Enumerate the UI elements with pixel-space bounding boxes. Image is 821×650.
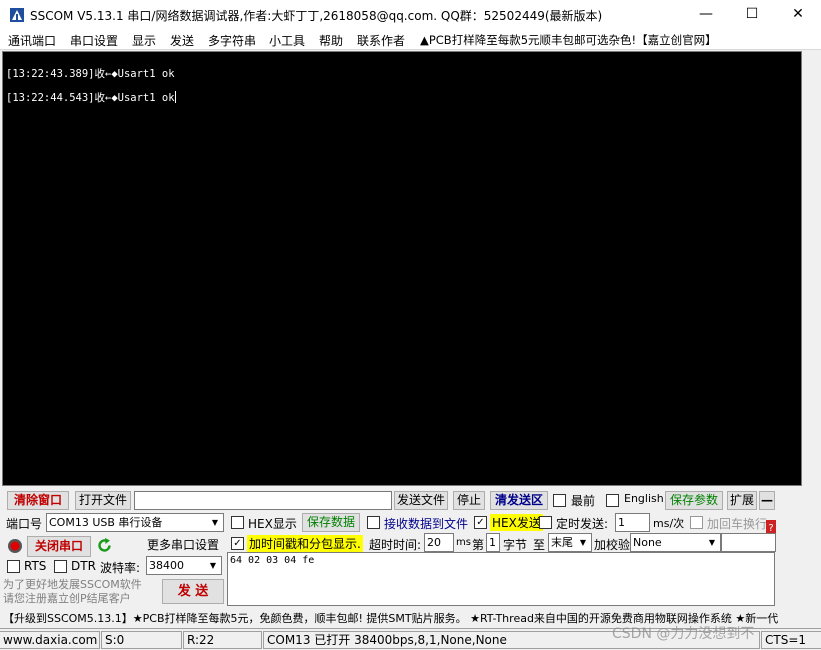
port-label: 端口号 <box>6 517 43 531</box>
menu-display[interactable]: 显示 <box>132 32 156 49</box>
timed-interval-unit: ms/次 <box>653 517 685 530</box>
file-path-input[interactable] <box>134 491 392 510</box>
dtr-checkbox[interactable] <box>54 560 67 573</box>
checksum-select[interactable]: None ▼ <box>630 533 721 552</box>
website-link[interactable]: www.daxia.com <box>0 631 100 649</box>
menu-serial-settings[interactable]: 串口设置 <box>70 32 118 49</box>
byte-end-select[interactable]: 末尾 ▼ <box>548 533 592 552</box>
menu-bar: 通讯端口 串口设置 显示 发送 多字符串 小工具 帮助 联系作者 ▲PCB打样降… <box>0 29 821 50</box>
byte-label: 字节 <box>503 538 528 552</box>
expand-button[interactable]: 扩展 <box>727 491 757 510</box>
topmost-checkbox[interactable] <box>553 494 566 507</box>
timed-send-checkbox[interactable] <box>539 516 552 529</box>
close-port-button[interactable]: 关闭串口 <box>27 536 91 557</box>
baud-rate-select[interactable]: 38400 ▼ <box>146 556 222 575</box>
terminal-line: [13:22:44.543]收←◆Usart1 ok <box>6 90 176 105</box>
byte-prefix-label: 第 <box>472 538 485 552</box>
topmost-label: 最前 <box>571 494 596 508</box>
checksum-label: 加校验 <box>594 538 631 552</box>
dtr-label: DTR <box>71 559 96 573</box>
checksum-value: None <box>633 536 662 549</box>
timed-send-label: 定时发送: <box>556 517 609 531</box>
clear-send-area-button[interactable]: 清发送区 <box>490 491 548 510</box>
window-title: SSCOM V5.13.1 串口/网络数据调试器,作者:大虾丁丁,2618058… <box>30 9 603 23</box>
port-status-icon <box>8 539 22 553</box>
timeout-label: 超时时间: <box>369 538 422 552</box>
send-text-area[interactable]: 64 02 03 04 fe <box>227 552 775 606</box>
sent-count: S:0 <box>101 631 182 649</box>
csdn-watermark: CSDN @力力没想到不 <box>612 626 755 642</box>
refresh-icon[interactable] <box>96 537 113 554</box>
add-crlf-checkbox[interactable] <box>690 516 703 529</box>
text-cursor <box>174 91 176 103</box>
close-button[interactable]: ✕ <box>775 0 821 29</box>
baud-rate-label: 波特率: <box>100 561 141 575</box>
menu-send[interactable]: 发送 <box>170 32 194 49</box>
chevron-down-icon: ▼ <box>705 535 719 550</box>
sscom-window: SSCOM V5.13.1 串口/网络数据调试器,作者:大虾丁丁,2618058… <box>0 0 821 650</box>
more-port-settings-link[interactable]: 更多串口设置 <box>147 536 219 553</box>
send-text-content: 64 02 03 04 fe <box>230 555 315 566</box>
recv-to-file-checkbox[interactable] <box>367 516 380 529</box>
receive-terminal[interactable]: [13:22:43.389]收←◆Usart1 ok [13:22:44.543… <box>2 51 802 486</box>
chevron-down-icon: ▼ <box>208 515 222 530</box>
stop-button[interactable]: 停止 <box>453 491 485 510</box>
received-count: R:22 <box>183 631 262 649</box>
menu-tools[interactable]: 小工具 <box>269 32 305 49</box>
menu-comm-port[interactable]: 通讯端口 <box>8 32 56 49</box>
send-file-button[interactable]: 发送文件 <box>394 491 448 510</box>
menu-promo-link[interactable]: ▲PCB打样降至每款5元顺丰包邮可选杂色!【嘉立创官网】 <box>420 32 717 48</box>
timestamp-label: 加时间戳和分包显示. <box>247 535 363 552</box>
to-label: 至 <box>533 538 546 552</box>
port-select[interactable]: COM13 USB 串行设备 ▼ <box>46 513 224 532</box>
rts-checkbox[interactable] <box>7 560 20 573</box>
register-promo-text[interactable]: 为了更好地发展SSCOM软件 请您注册嘉立创P结尾客户 <box>3 578 159 606</box>
byte-end-value: 末尾 <box>551 536 573 549</box>
add-crlf-label: 加回车换行 <box>707 517 768 531</box>
terminal-line-text: [13:22:44.543]收←◆Usart1 ok <box>6 92 175 104</box>
status-bar: www.daxia.com S:0 R:22 COM13 已打开 38400bp… <box>0 626 821 650</box>
minimize-button[interactable]: — <box>683 0 729 29</box>
send-button[interactable]: 发 送 <box>162 579 224 604</box>
rts-label: RTS <box>24 559 47 573</box>
timeout-unit: ms <box>456 537 471 548</box>
menu-multi-string[interactable]: 多字符串 <box>208 32 256 49</box>
menu-contact-author[interactable]: 联系作者 <box>357 32 405 49</box>
chevron-down-icon: ▼ <box>206 558 220 573</box>
baud-rate-value: 38400 <box>149 559 184 572</box>
english-label: English <box>624 492 664 505</box>
maximize-button[interactable]: ☐ <box>729 0 775 29</box>
port-select-value: COM13 USB 串行设备 <box>49 516 163 529</box>
timeout-input[interactable]: 20 <box>424 533 454 552</box>
clear-window-button[interactable]: 清除窗口 <box>7 491 69 510</box>
english-checkbox[interactable] <box>606 494 619 507</box>
app-icon <box>10 8 24 22</box>
terminal-line: [13:22:43.389]收←◆Usart1 ok <box>6 68 175 80</box>
timestamp-checkbox[interactable]: ✓ <box>231 537 244 550</box>
terminal-scrollbar[interactable] <box>803 51 821 486</box>
help-icon[interactable]: ? <box>766 520 776 534</box>
save-data-button[interactable]: 保存数据 <box>302 513 360 532</box>
timed-interval-input[interactable]: 1 <box>615 513 650 532</box>
collapse-button[interactable]: — <box>759 491 775 510</box>
recv-to-file-label: 接收数据到文件 <box>384 517 469 531</box>
byte-start-input[interactable]: 1 <box>486 533 500 552</box>
chevron-down-icon: ▼ <box>576 535 590 550</box>
hex-display-label: HEX显示 <box>248 517 297 531</box>
open-file-button[interactable]: 打开文件 <box>75 491 131 510</box>
hex-send-label: HEX发送 <box>490 514 543 531</box>
title-bar: SSCOM V5.13.1 串口/网络数据调试器,作者:大虾丁丁,2618058… <box>0 0 821 29</box>
cts-status: CTS=1 <box>761 631 821 649</box>
save-params-button[interactable]: 保存参数 <box>665 491 723 510</box>
menu-help[interactable]: 帮助 <box>319 32 343 49</box>
checksum-result-field <box>721 533 776 552</box>
hex-display-checkbox[interactable] <box>231 516 244 529</box>
hex-send-checkbox[interactable]: ✓ <box>474 516 487 529</box>
send-area-margin <box>776 552 821 606</box>
